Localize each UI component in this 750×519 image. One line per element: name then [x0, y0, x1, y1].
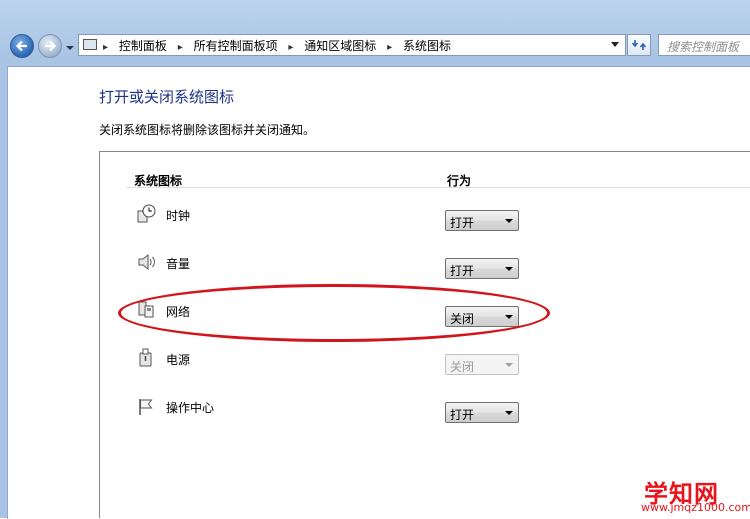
address-dropdown-icon[interactable]	[611, 42, 619, 47]
power-icon	[139, 348, 152, 367]
row-label-volume: 音量	[166, 257, 191, 271]
breadcrumb-system-icons[interactable]: 系统图标	[403, 39, 451, 53]
breadcrumb-notification-icons[interactable]: 通知区域图标	[304, 39, 376, 53]
select-value: 关闭	[450, 360, 475, 374]
breadcrumb-separator[interactable]: ▸	[178, 42, 183, 53]
row-label-clock: 时钟	[166, 209, 191, 223]
breadcrumb-control-panel[interactable]: 控制面板	[119, 39, 167, 53]
clock-behavior-select[interactable]: 打开	[445, 210, 519, 231]
breadcrumb-all-items[interactable]: 所有控制面板项	[194, 39, 278, 53]
volume-behavior-select[interactable]: 打开	[445, 258, 519, 279]
select-value: 打开	[450, 264, 475, 278]
flag-icon	[139, 399, 153, 415]
breadcrumb-separator[interactable]: ▸	[288, 42, 293, 53]
refresh-icon	[631, 40, 647, 50]
forward-arrow-icon	[45, 40, 57, 52]
row-label-power: 电源	[166, 353, 191, 367]
select-value: 打开	[450, 216, 475, 230]
forward-button[interactable]	[38, 34, 62, 58]
chevron-down-icon	[505, 411, 513, 415]
chevron-down-icon	[505, 267, 513, 271]
computer-icon	[83, 39, 97, 50]
chevron-down-icon	[505, 219, 513, 223]
row-label-action-center: 操作中心	[166, 401, 215, 415]
back-button[interactable]	[10, 34, 34, 58]
search-placeholder: 搜索控制面板	[667, 40, 740, 54]
chevron-down-icon	[505, 363, 513, 367]
power-behavior-select[interactable]: 关闭	[445, 354, 519, 375]
back-arrow-icon	[15, 40, 27, 52]
recent-pages-dropdown-icon[interactable]	[65, 44, 75, 52]
page-title: 打开或关闭系统图标	[99, 88, 235, 106]
highlight-ellipse	[118, 284, 550, 342]
breadcrumb-separator[interactable]: ▸	[387, 42, 392, 53]
page-description: 关闭系统图标将删除该图标并关闭通知。	[99, 123, 316, 137]
watermark-url: www.jmqz1000.com	[641, 501, 750, 514]
search-input[interactable]: 搜索控制面板	[658, 34, 750, 56]
breadcrumb-separator[interactable]: ▸	[103, 42, 108, 53]
action-center-behavior-select[interactable]: 打开	[445, 402, 519, 423]
navigation-bar: ▸ 控制面板 ▸ 所有控制面板项 ▸ 通知区域图标 ▸ 系统图标 搜索控制面板	[0, 26, 750, 66]
address-bar[interactable]: ▸ 控制面板 ▸ 所有控制面板项 ▸ 通知区域图标 ▸ 系统图标	[78, 34, 626, 56]
header-divider	[126, 187, 750, 188]
clock-icon	[137, 204, 156, 223]
breadcrumb: ▸ 控制面板 ▸ 所有控制面板项 ▸ 通知区域图标 ▸ 系统图标	[103, 37, 458, 54]
refresh-button[interactable]	[627, 34, 651, 56]
volume-icon	[138, 253, 155, 271]
select-value: 打开	[450, 408, 475, 422]
